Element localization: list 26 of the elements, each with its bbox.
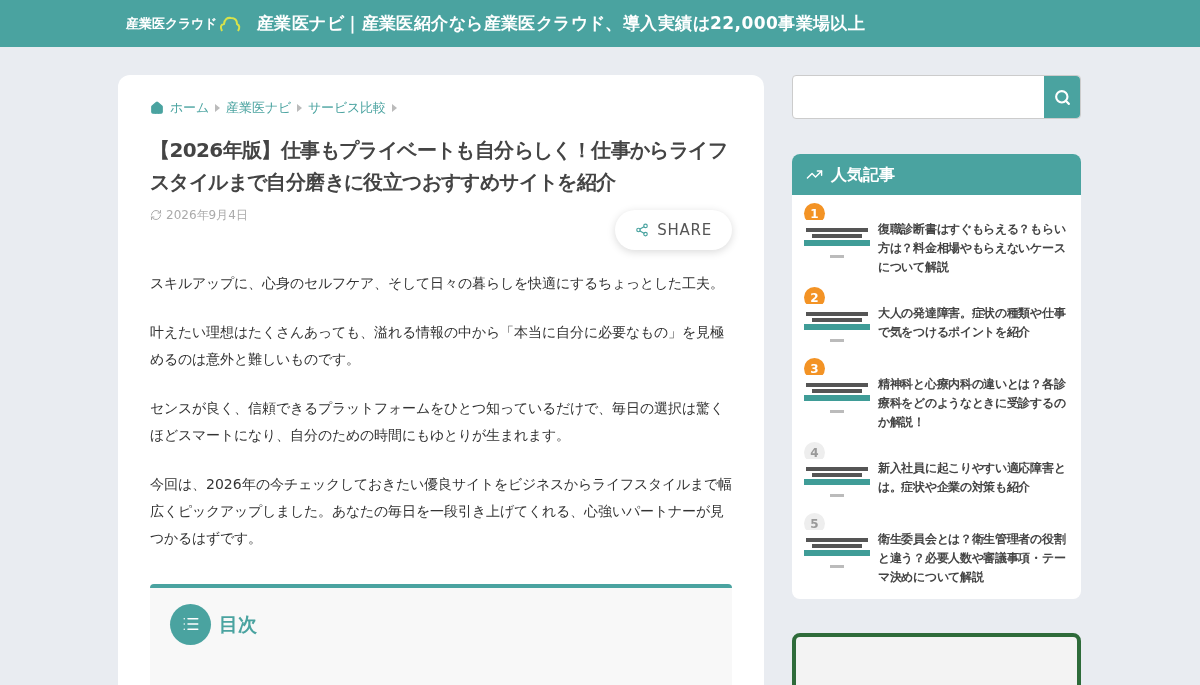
list-icon <box>170 603 211 645</box>
share-icon <box>635 222 650 237</box>
caret-icon <box>215 104 220 113</box>
update-date: 2026年9月4日 <box>166 206 248 224</box>
search-button[interactable] <box>1044 76 1080 118</box>
article-link[interactable]: 大人の発達障害。症状の種類や仕事で気をつけるポイントを紹介 <box>878 304 1069 342</box>
search-field[interactable] <box>792 75 1081 119</box>
site-title: 産業医ナビ｜産業医紹介なら産業医クラウド、導入実績は22,000事業場以上 <box>257 11 866 36</box>
share-button[interactable]: SHARE <box>615 209 732 250</box>
panel-title: 人気記事 <box>831 163 895 186</box>
article-link[interactable]: 精神科と心療内科の違いとは？各診療科をどのようなときに受診するのか解説！ <box>878 375 1069 432</box>
paragraph: 叶えたい理想はたくさんあっても、溢れる情報の中から「本当に自分に必要なもの」を見極めるのは意外と難しいものです。 <box>150 322 725 369</box>
refresh-icon <box>150 208 162 221</box>
paragraph: センスが良く、信頼できるプラットフォームをひとつ知っているだけで、毎日の選択は驚くほどスマートになり、自分のための時間にもゆとりが生まれます。 <box>150 398 725 445</box>
caret-icon <box>392 104 397 113</box>
cloud-icon <box>219 14 241 33</box>
search-icon <box>1053 88 1071 106</box>
home-icon <box>150 101 164 116</box>
toc-title: 目次 <box>219 612 257 637</box>
paragraph: 今回は、2026年の今チェックしておきたい優良サイトをビジネスからライフスタイルまで幅広くピックアップしました。あなたの毎日を一段引き上げてくれる、心強いパートナーが見つかるはずです。 <box>150 474 732 548</box>
article-link[interactable]: 衛生委員会とは？衛生管理者の役割と違う？必要人数や審議事項・テーマ決めについて解説 <box>878 530 1069 587</box>
paragraph: スキルアップに、心身のセルフケア、そして日々の暮らしを快適にするちょっとした工夫。 <box>150 273 725 293</box>
article-link[interactable]: 新入社員に起こりやすい適応障害とは。症状や企業の対策も紹介 <box>878 459 1069 497</box>
article-link[interactable]: 復職診断書はすぐもらえる？もらい方は？料金相場やもらえないケースについて解説 <box>878 220 1069 277</box>
article-title: 【2026年版】仕事もプライベートも自分らしく！仕事からライフスタイルまで自分磨きに役立つおすすめサイトを紹介 <box>150 136 729 196</box>
caret-icon <box>297 104 302 113</box>
